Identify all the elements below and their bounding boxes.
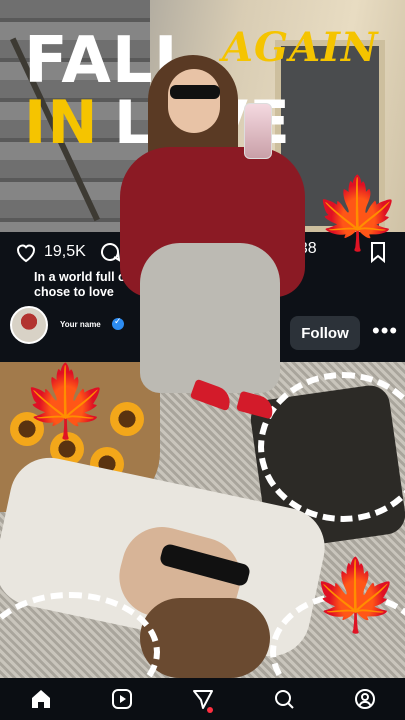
reels-icon [111, 689, 132, 709]
nav-direct[interactable] [183, 679, 223, 719]
title-word-in: IN [24, 88, 99, 158]
comment-icon [101, 243, 121, 262]
maple-leaf-icon: 🍁 [314, 174, 402, 252]
iced-drink-cup [244, 103, 272, 159]
grey-pants [140, 243, 280, 393]
profile-icon [354, 689, 375, 709]
like-button[interactable]: 19,5K [14, 240, 86, 264]
bottom-navigation [0, 678, 405, 720]
username[interactable]: Your name [60, 320, 101, 329]
face [168, 69, 220, 133]
lying-woman-hair [140, 598, 270, 678]
avatar[interactable] [10, 306, 48, 344]
nav-search[interactable] [264, 679, 304, 719]
woman-cutout [120, 55, 320, 465]
home-icon [31, 690, 50, 708]
nav-home[interactable] [21, 679, 61, 719]
search-icon [274, 690, 294, 709]
heart-icon [16, 244, 36, 263]
notification-dot [206, 707, 213, 713]
nav-reels[interactable] [102, 679, 142, 719]
red-heel [236, 390, 276, 420]
like-count: 19,5K [44, 243, 86, 260]
more-options-icon[interactable]: ••• [372, 318, 398, 344]
maple-leaf-icon: 🍁 [312, 556, 400, 634]
sunglasses [170, 85, 220, 99]
maple-leaf-icon: 🍁 [22, 362, 110, 440]
nav-profile[interactable] [345, 679, 385, 719]
